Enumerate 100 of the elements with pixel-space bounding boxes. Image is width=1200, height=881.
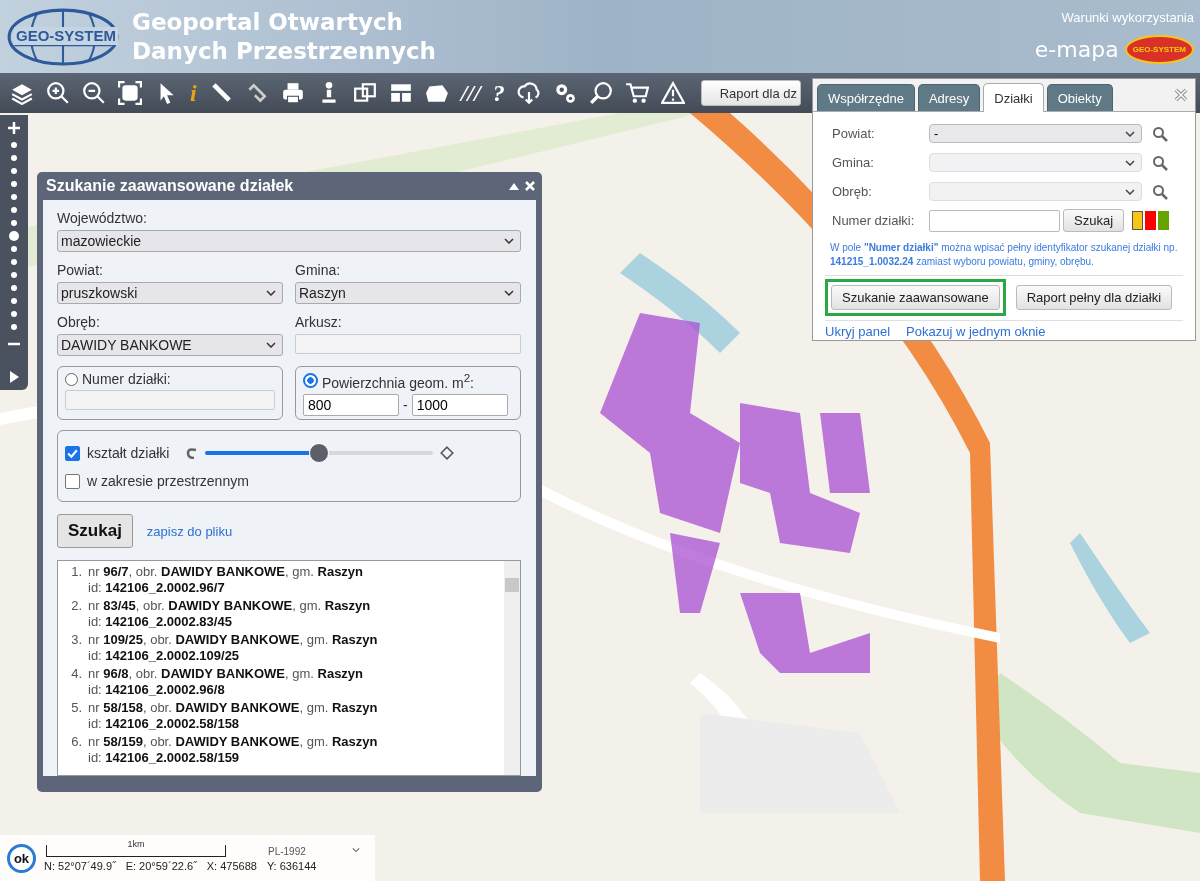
panel-link[interactable]: Pokazuj w jednym oknie — [906, 324, 1046, 339]
panel-tab[interactable]: Działki — [983, 83, 1044, 112]
portal-title: Danych Przestrzennych — [132, 36, 436, 66]
result-text[interactable]: nr 109/25, obr. DAWIDY BANKOWE, gm. Raszyn — [88, 632, 378, 647]
result-number: 3. — [70, 632, 82, 649]
portal-title: Geoportal Otwartych — [132, 7, 404, 37]
checkbox-label: kształt działki — [87, 445, 170, 461]
field-label: Powiat: — [57, 262, 104, 278]
checkbox[interactable] — [65, 445, 80, 461]
coordinate-readout: Y: 636144 — [266, 859, 317, 872]
chevron-icon — [266, 290, 276, 296]
dialog-title: Szukanie zaawansowane działek — [46, 177, 294, 195]
result-id[interactable]: id: 142106_2.0002.83/45 — [88, 614, 371, 629]
chevron-icon — [1125, 130, 1135, 137]
chevron-icon — [1125, 159, 1135, 166]
result-text[interactable]: nr 58/159, obr. DAWIDY BANKOWE, gm. Raszyn — [88, 734, 378, 749]
parcel-number-field[interactable] — [929, 209, 1060, 232]
result-number: 6. — [70, 734, 82, 751]
panel-tab[interactable]: Adresy — [917, 84, 981, 111]
chevron-icon[interactable] — [351, 846, 360, 853]
tool-button[interactable]: /// — [460, 81, 481, 105]
parcel-number-field[interactable] — [65, 390, 275, 410]
scrollbar[interactable] — [504, 561, 520, 775]
result-number: 5. — [70, 700, 82, 717]
tool-button[interactable]: ? — [492, 81, 505, 105]
map-search-icon[interactable] — [588, 81, 613, 105]
radio-button[interactable] — [65, 372, 78, 386]
result-number: 2. — [70, 598, 82, 615]
panel-button[interactable]: Raport pełny dla działki — [1015, 285, 1173, 310]
chevron-icon — [504, 238, 514, 244]
result-id[interactable]: id: 142106_2.0002.96/8 — [88, 682, 364, 697]
printer-icon[interactable] — [280, 81, 305, 105]
search-icon[interactable] — [1152, 183, 1168, 200]
layout-icon[interactable] — [388, 81, 413, 105]
brand-badge: GEO-SYSTEM — [1124, 34, 1194, 64]
field-label: Gmina: — [831, 155, 875, 170]
expand-icon[interactable] — [7, 370, 21, 384]
zoom-in-icon[interactable] — [46, 81, 70, 105]
chevron-icon — [266, 342, 276, 348]
result-text[interactable]: nr 96/8, obr. DAWIDY BANKOWE, gm. Raszyn — [88, 666, 364, 681]
result-number: 1. — [70, 564, 82, 581]
commune-select[interactable]: Raszyn — [295, 282, 521, 304]
range-separator: - — [403, 396, 408, 413]
area-from-field[interactable]: 800 — [303, 393, 399, 416]
field-label: Gmina: — [295, 262, 342, 278]
result-id[interactable]: id: 142106_2.0002.58/158 — [88, 716, 378, 731]
copy-icon[interactable] — [352, 81, 377, 105]
search-icon[interactable] — [1152, 154, 1168, 171]
brand-name: e-mapa — [1034, 36, 1119, 62]
shape-slider[interactable] — [205, 443, 434, 463]
checkbox-label: w zakresie przestrzennym — [87, 473, 249, 489]
result-id[interactable]: id: 142106_2.0002.58/159 — [88, 750, 378, 765]
radio-label: Numer działki: — [82, 371, 171, 387]
sheet-field[interactable] — [295, 334, 521, 354]
result-text[interactable]: nr 83/45, obr. DAWIDY BANKOWE, gm. Raszyn — [88, 598, 371, 613]
crs-select[interactable]: PL-1992 — [268, 845, 306, 857]
field-label: Obręb: — [831, 184, 873, 199]
full-extent-icon[interactable] — [118, 81, 142, 105]
close-icon[interactable] — [1173, 87, 1189, 103]
result-text[interactable]: nr 58/158, obr. DAWIDY BANKOWE, gm. Raszyn — [88, 700, 378, 715]
radio-label: Powierzchnia geom. m$^{2}$: — [322, 371, 474, 391]
panel-tab[interactable]: Współrzędne — [817, 84, 915, 111]
ok-button[interactable]: ok — [7, 843, 36, 873]
chevron-icon — [504, 290, 514, 296]
chevron-icon — [1125, 188, 1135, 195]
coordinate-readout: N: 52°07´49.9˝ — [44, 859, 116, 872]
field-label: Powiat: — [831, 126, 876, 141]
save-to-file-link[interactable]: zapisz do pliku — [146, 523, 233, 539]
search-button[interactable]: Szukaj — [1063, 209, 1125, 232]
search-button[interactable]: Szukaj — [57, 514, 133, 548]
precinct-select[interactable]: DAWIDY BANKOWE — [57, 334, 283, 356]
color-swatch[interactable] — [1145, 211, 1157, 230]
panel-tab[interactable]: Obiekty — [1046, 84, 1113, 111]
panel-button[interactable]: Szukanie zaawansowane — [831, 285, 1000, 310]
result-text[interactable]: nr 96/7, obr. DAWIDY BANKOWE, gm. Raszyn — [88, 564, 364, 579]
zoom-in-icon[interactable] — [7, 121, 21, 135]
report-button[interactable]: Raport dla dz — [700, 80, 801, 106]
color-swatch[interactable] — [1132, 211, 1144, 230]
logo-text: GEO-SYSTEM — [14, 26, 118, 45]
search-icon[interactable] — [1152, 125, 1168, 142]
area-to-field[interactable]: 1000 — [411, 393, 508, 416]
dropdown[interactable]: - — [929, 124, 1142, 143]
diamond-icon — [440, 446, 455, 460]
curve-icon — [184, 447, 199, 459]
field-label: Arkusz: — [295, 314, 343, 330]
panel-link[interactable]: Ukryj panel — [825, 324, 891, 339]
cloud-download-icon[interactable] — [516, 81, 541, 105]
zoom-out-icon[interactable] — [82, 81, 106, 105]
radio-button[interactable] — [303, 373, 318, 389]
cart-icon[interactable] — [624, 81, 649, 105]
zoom-slider[interactable] — [11, 142, 17, 330]
voivodeship-select[interactable]: mazowieckie — [57, 230, 521, 252]
county-select[interactable]: pruszkowski — [57, 282, 283, 304]
warning-icon[interactable] — [660, 81, 685, 105]
field-label: Województwo: — [57, 210, 148, 226]
color-swatch[interactable] — [1158, 211, 1170, 230]
coordinate-readout: X: 475688 — [206, 859, 257, 872]
checkbox[interactable] — [65, 473, 80, 489]
result-id[interactable]: id: 142106_2.0002.109/25 — [88, 648, 378, 663]
result-id[interactable]: id: 142106_2.0002.96/7 — [88, 580, 364, 595]
